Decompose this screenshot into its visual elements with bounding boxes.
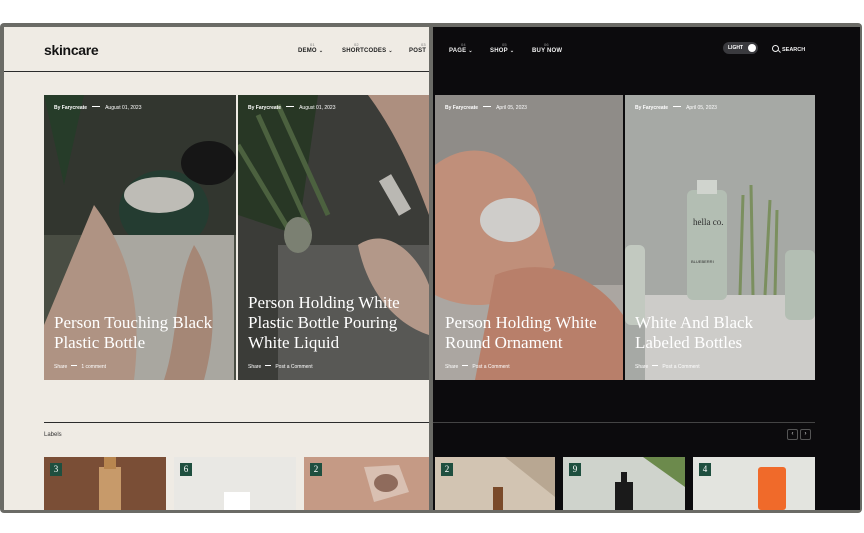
comments-link[interactable]: 1 comment bbox=[81, 364, 106, 370]
post-footer: Share Post a Comment bbox=[445, 364, 510, 370]
share-link[interactable]: Share bbox=[54, 364, 67, 370]
nav-shop-label: SHOP bbox=[490, 48, 508, 54]
post-card[interactable]: By Farycreate August 01, 2023 Person Hold… bbox=[238, 95, 429, 380]
site-logo[interactable]: skincare bbox=[44, 42, 99, 58]
light-theme-preview: skincare 01 DEMO ⌄ 02 SHORTCODES ⌄ 03 POST… bbox=[4, 27, 429, 510]
nav-post-number: 03 bbox=[421, 42, 426, 47]
post-meta: By Farycreate August 01, 2023 bbox=[248, 105, 336, 111]
post-footer: Share Post a Comment bbox=[248, 364, 313, 370]
nav-post-label: POST bbox=[409, 48, 427, 54]
search-icon bbox=[772, 45, 779, 52]
chevron-down-icon: ⌄ bbox=[318, 48, 324, 54]
post-card[interactable]: hella co. BLUEBERRI By Farycreate April 0… bbox=[625, 95, 815, 380]
nav-demo[interactable]: 01 DEMO ⌄ bbox=[298, 42, 323, 54]
label-image bbox=[435, 457, 555, 510]
label-thumbnail[interactable]: 9 bbox=[563, 457, 685, 510]
nav-page[interactable]: 04 PAGE ⌄ bbox=[449, 42, 473, 54]
nav-page-number: 04 bbox=[461, 42, 466, 47]
label-image bbox=[563, 457, 685, 510]
label-thumbnail[interactable]: 2 bbox=[435, 457, 555, 510]
label-count-badge: 3 bbox=[50, 463, 62, 476]
label-count-badge: 2 bbox=[310, 463, 322, 476]
nav-shop[interactable]: 05 SHOP ⌄ bbox=[490, 42, 514, 54]
search-button[interactable]: SEARCH bbox=[772, 45, 805, 53]
nav-buy-now-label: BUY NOW bbox=[532, 48, 563, 54]
nav-shop-number: 05 bbox=[502, 42, 507, 47]
label-thumbnail[interactable]: 2 bbox=[304, 457, 429, 510]
nav-demo-label: DEMO bbox=[298, 48, 317, 54]
post-title[interactable]: Person Holding White Plastic Bottle Pour… bbox=[248, 293, 423, 353]
label-count-badge: 4 bbox=[699, 463, 711, 476]
post-card[interactable]: By Farycreate April 05, 2023 Person Holdi… bbox=[435, 95, 623, 380]
labels-heading: Labels bbox=[44, 432, 62, 438]
chevron-down-icon: ⌄ bbox=[509, 48, 515, 54]
post-author[interactable]: By Farycreate bbox=[248, 105, 281, 111]
next-arrow-button[interactable]: › bbox=[800, 429, 811, 440]
comments-link[interactable]: Post a Comment bbox=[472, 364, 509, 370]
theme-toggle[interactable]: LIGHT bbox=[723, 42, 758, 54]
nav-shortcodes-number: 02 bbox=[354, 42, 359, 47]
post-footer: Share Post a Comment bbox=[635, 364, 700, 370]
post-date: April 05, 2023 bbox=[686, 105, 717, 111]
post-author[interactable]: By Farycreate bbox=[445, 105, 478, 111]
nav-buy-now-number: 06 bbox=[544, 42, 549, 47]
post-author[interactable]: By Farycreate bbox=[54, 105, 87, 111]
label-image bbox=[174, 457, 296, 510]
post-date: August 01, 2023 bbox=[105, 105, 142, 111]
label-image bbox=[44, 457, 166, 510]
nav-post[interactable]: 03 POST bbox=[409, 42, 426, 54]
chevron-down-icon: ⌄ bbox=[468, 48, 473, 54]
prev-arrow-button[interactable]: ‹ bbox=[787, 429, 798, 440]
search-label: SEARCH bbox=[782, 47, 806, 53]
post-footer: Share 1 comment bbox=[54, 364, 106, 370]
nav-shortcodes-label: SHORTCODES bbox=[342, 48, 387, 54]
comments-link[interactable]: Post a Comment bbox=[275, 364, 312, 370]
section-divider bbox=[433, 422, 815, 423]
share-link[interactable]: Share bbox=[635, 364, 648, 370]
nav-buy-now[interactable]: 06 BUY NOW bbox=[532, 42, 562, 54]
post-meta: By Farycreate April 05, 2023 bbox=[445, 105, 527, 111]
comments-link[interactable]: Post a Comment bbox=[662, 364, 699, 370]
chevron-down-icon: ⌄ bbox=[388, 48, 393, 54]
theme-toggle-label: LIGHT bbox=[728, 45, 743, 51]
dark-theme-preview: 04 PAGE ⌄ 05 SHOP ⌄ 06 BUY NOW LIGHT SEARC… bbox=[433, 27, 860, 510]
label-thumbnail[interactable]: 4 bbox=[693, 457, 815, 510]
post-title[interactable]: Person Holding White Round Ornament bbox=[445, 313, 620, 353]
share-link[interactable]: Share bbox=[445, 364, 458, 370]
post-title[interactable]: White And Black Labeled Bottles bbox=[635, 313, 810, 353]
post-card[interactable]: By Farycreate August 01, 2023 Person Touc… bbox=[44, 95, 236, 380]
post-meta: By Farycreate April 05, 2023 bbox=[635, 105, 717, 111]
header-divider bbox=[4, 71, 429, 72]
label-image bbox=[304, 457, 429, 510]
label-image bbox=[693, 457, 815, 510]
label-count-badge: 9 bbox=[569, 463, 581, 476]
post-title[interactable]: Person Touching Black Plastic Bottle bbox=[54, 313, 229, 353]
label-thumbnail[interactable]: 6 bbox=[174, 457, 296, 510]
post-date: August 01, 2023 bbox=[299, 105, 336, 111]
post-date: April 05, 2023 bbox=[496, 105, 527, 111]
post-author[interactable]: By Farycreate bbox=[635, 105, 668, 111]
share-link[interactable]: Share bbox=[248, 364, 261, 370]
label-count-badge: 2 bbox=[441, 463, 453, 476]
nav-shortcodes[interactable]: 02 SHORTCODES ⌄ bbox=[342, 42, 393, 54]
section-divider bbox=[44, 422, 429, 423]
nav-page-label: PAGE bbox=[449, 48, 467, 54]
nav-demo-number: 01 bbox=[310, 42, 315, 47]
label-thumbnail[interactable]: 3 bbox=[44, 457, 166, 510]
label-count-badge: 6 bbox=[180, 463, 192, 476]
toggle-knob bbox=[748, 44, 756, 52]
post-meta: By Farycreate August 01, 2023 bbox=[54, 105, 142, 111]
